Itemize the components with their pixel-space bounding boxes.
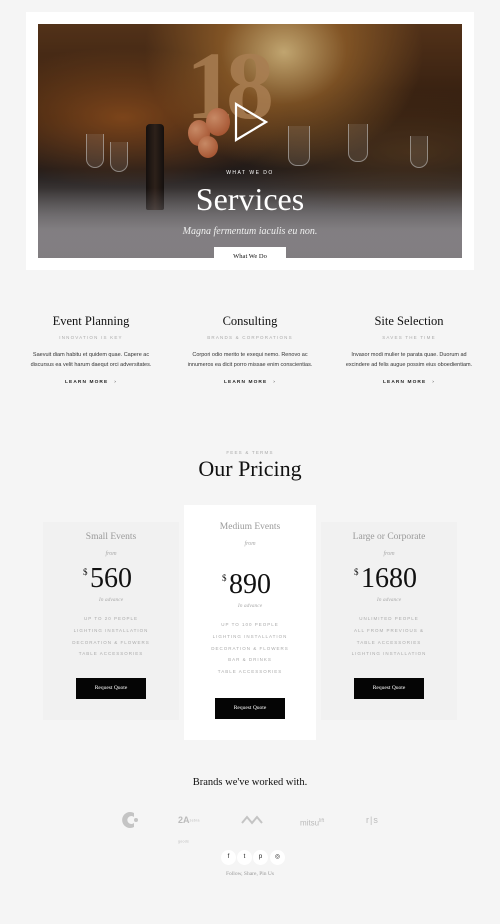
service-title: Consulting (222, 314, 278, 328)
currency-symbol: $ (222, 573, 227, 583)
feature-item: UP TO 100 PEOPLE (221, 622, 279, 627)
service-title: Event Planning (52, 314, 130, 328)
hero-subtitle: Magna fermentum iaculis eu non. (182, 226, 318, 237)
request-quote-button[interactable]: Request Quote (215, 697, 285, 719)
brands-title: Brands we've worked with. (192, 777, 308, 788)
pricing-card-small: Small Events from $560 In advance UP TO … (43, 522, 179, 720)
plan-features: UP TO 20 PEOPLE LIGHTING INSTALLATION DE… (43, 613, 179, 660)
pinterest-icon[interactable]: p (253, 850, 268, 865)
plan-from: from (383, 551, 395, 557)
service-subtitle: INNOVATION IS KEY (59, 335, 123, 340)
play-icon[interactable] (234, 102, 268, 142)
feature-item: LIGHTING INSTALLATION (212, 633, 288, 639)
learn-more-link[interactable]: LEARN MORE › (339, 380, 479, 385)
feature-item: TABLE ACCESSORIES (356, 639, 422, 645)
chevron-right-icon: › (114, 380, 117, 385)
2a-logo: 2Azebra goods (178, 815, 200, 844)
hero-image: 18 WHAT WE DO Services Magna fermentum i… (38, 24, 462, 258)
plan-name: Small Events (85, 532, 137, 542)
service-consulting: Consulting BRANDS & CORPORATIONS Corpori… (180, 314, 320, 385)
feature-item: UNLIMITED PEOPLE (359, 616, 419, 621)
request-quote-button[interactable]: Request Quote (76, 678, 146, 700)
pricing-card-large: Large or Corporate from $1680 In advance… (321, 522, 457, 720)
feature-item: BAR & DRINKS (228, 657, 272, 663)
service-title: Site Selection (374, 314, 444, 328)
service-subtitle: BRANDS & CORPORATIONS (207, 335, 293, 340)
c-logo (122, 812, 138, 828)
hero-eyebrow: WHAT WE DO (226, 170, 274, 176)
hero-title: Services (195, 181, 305, 217)
plan-price: $1680 (354, 563, 417, 595)
feature-item: LIGHTING INSTALLATION (73, 627, 149, 633)
logo-text: mitsu (300, 818, 320, 828)
plan-note: In advance (237, 603, 263, 609)
plan-price: $560 (83, 563, 132, 595)
feature-item: ALL FROM PREVIOUS & (353, 627, 425, 633)
feature-item: TABLE ACCESSORIES (217, 669, 283, 675)
service-subtitle: SAVES THE TIME (382, 335, 436, 340)
logo-text-sup: lift (319, 818, 325, 824)
what-we-do-button[interactable]: What We Do (214, 247, 286, 267)
plan-note: In advance (98, 597, 124, 603)
feature-item: UP TO 20 PEOPLE (83, 616, 139, 621)
mitsu-logo: mitsulift (300, 810, 332, 830)
learn-more-link[interactable]: LEARN MORE › (21, 380, 161, 385)
currency-symbol: $ (354, 567, 359, 577)
currency-symbol: $ (83, 567, 88, 577)
rs-logo: r|s (366, 815, 379, 825)
twitter-icon[interactable]: t (237, 850, 252, 865)
footer-text: Follow, Share, Pin Us (225, 871, 275, 877)
plan-from: from (105, 551, 117, 557)
chevron-right-icon: › (273, 380, 276, 385)
service-description: Corpori odio merito te exequi nemo. Reno… (187, 352, 313, 368)
plan-name: Medium Events (219, 522, 281, 532)
learn-more-label: LEARN MORE (383, 380, 427, 385)
facebook-icon[interactable]: f (221, 850, 236, 865)
pricing-eyebrow: FEES & TERMS (226, 450, 274, 455)
service-site-selection: Site Selection SAVES THE TIME Invasor mo… (339, 314, 479, 385)
instagram-icon[interactable]: ◎ (270, 850, 285, 865)
plan-note: In advance (376, 597, 402, 603)
service-description: Invasor modi mulier te parata quae. Duor… (345, 352, 473, 368)
price-value: 560 (90, 563, 132, 594)
service-event-planning: Event Planning INNOVATION IS KEY Saevuit… (21, 314, 161, 385)
service-description: Saevuit diam habitu et quidem quae. Cape… (30, 352, 152, 368)
chevron-right-icon: › (432, 380, 435, 385)
price-value: 890 (229, 569, 271, 600)
request-quote-button[interactable]: Request Quote (354, 678, 424, 700)
learn-more-label: LEARN MORE (224, 380, 268, 385)
plan-features: UP TO 100 PEOPLE LIGHTING INSTALLATION D… (184, 619, 316, 678)
price-value: 1680 (361, 563, 417, 594)
plan-name: Large or Corporate (352, 532, 426, 542)
learn-more-link[interactable]: LEARN MORE › (180, 380, 320, 385)
pricing-card-medium: Medium Events from $890 In advance UP TO… (184, 505, 316, 740)
wave-logo (241, 815, 263, 825)
learn-more-label: LEARN MORE (65, 380, 109, 385)
plan-features: UNLIMITED PEOPLE ALL FROM PREVIOUS & TAB… (321, 613, 457, 660)
hero-frame: 18 WHAT WE DO Services Magna fermentum i… (26, 12, 474, 270)
feature-item: DECORATION & FLOWERS (72, 639, 150, 645)
pricing-title: Our Pricing (198, 456, 302, 481)
plan-price: $890 (222, 569, 271, 601)
feature-item: DECORATION & FLOWERS (211, 645, 289, 651)
feature-item: TABLE ACCESSORIES (78, 651, 144, 657)
feature-item: LIGHTING INSTALLATION (351, 651, 427, 657)
